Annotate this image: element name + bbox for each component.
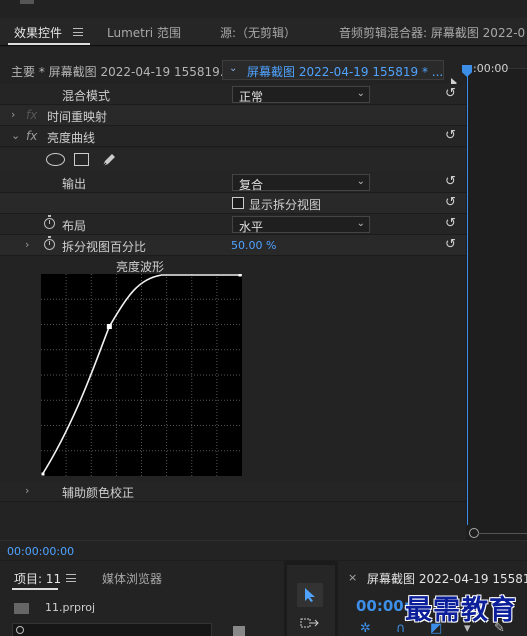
curve-control-point[interactable] (41, 472, 45, 476)
secondary-color-label: 辅助颜色校正 (62, 486, 135, 500)
stopwatch-icon[interactable] (44, 236, 55, 250)
output-value: 复合 (239, 178, 264, 192)
split-percent-label: 拆分视图百分比 (62, 240, 147, 254)
close-icon[interactable]: × (348, 571, 357, 584)
property-time-remapping[interactable]: › fx 时间重映射 (0, 105, 466, 126)
sequence-timecode[interactable]: 00:00: (356, 597, 410, 615)
curve-control-point[interactable] (106, 324, 112, 330)
effect-properties-pane: 主要 * 屏幕截图 2022-04-19 155819... ⌄ 屏幕截图 20… (0, 47, 466, 560)
snap-icon[interactable]: ✲ (360, 621, 374, 636)
panel-grip-icon[interactable] (20, 0, 34, 4)
project-file-name[interactable]: 11.prproj (45, 601, 95, 614)
ruler-timecode: :00:00 (473, 62, 509, 75)
reset-icon[interactable]: ↺ (445, 129, 459, 143)
project-file-icon (14, 603, 29, 614)
tab-audio-clip-mixer[interactable]: 音频剪辑混合器: 屏幕截图 2022-0 (339, 24, 525, 41)
active-tab-indicator (8, 43, 90, 45)
split-percent-value[interactable]: 50.00 % (231, 239, 276, 252)
blend-mode-dropdown[interactable]: 正常 ⌄ (232, 86, 370, 104)
show-split-view-checkbox[interactable] (232, 197, 244, 209)
mask-tools-row (0, 148, 466, 172)
property-blend-mode: 混合模式 正常 ⌄ ↺ (0, 84, 466, 105)
search-icon (16, 626, 24, 634)
current-timecode[interactable]: 00:00:00:00 (7, 545, 74, 558)
layout-value: 水平 (239, 220, 264, 234)
layout-label: 布局 (62, 219, 87, 233)
pen-mask-icon[interactable] (100, 151, 118, 169)
active-tab-indicator (12, 588, 58, 590)
effect-luma-curve[interactable]: ⌄ fx 亮度曲线 ↺ (0, 126, 466, 147)
luma-waveform-title: 亮度波形 (116, 260, 165, 274)
expand-caret-icon[interactable]: › (25, 238, 29, 251)
layout-dropdown[interactable]: 水平 ⌄ (232, 216, 370, 234)
luma-curve-label: 亮度曲线 (47, 131, 96, 145)
collapse-caret-icon[interactable]: ⌄ (11, 129, 20, 142)
clip-selector-label: 屏幕截图 2022-04-19 155819 * ... (247, 65, 444, 79)
tools-panel (287, 565, 335, 636)
chevron-down-icon: ⌄ (356, 88, 365, 99)
chevron-down-icon: ⌄ (356, 176, 365, 187)
tab-effect-controls[interactable]: 效果控件 (14, 24, 62, 41)
reset-icon[interactable]: ↺ (445, 196, 459, 210)
sequence-tab[interactable]: 屏幕截图 2022-04-19 155819 (367, 570, 527, 587)
tab-media-browser[interactable]: 媒体浏览器 (102, 570, 162, 587)
blend-mode-value: 正常 (239, 90, 264, 104)
master-clip-label[interactable]: 主要 * 屏幕截图 2022-04-19 155819... (11, 63, 231, 80)
effect-timeline-pane: :00:00 (462, 47, 527, 560)
reset-icon[interactable]: ↺ (445, 87, 459, 101)
reset-icon[interactable]: ↺ (445, 175, 459, 189)
reset-icon[interactable]: ↺ (445, 217, 459, 231)
ellipse-mask-icon[interactable] (46, 153, 65, 166)
stopwatch-icon[interactable] (44, 215, 55, 229)
project-panel: 项目: 11 媒体浏览器 11.prproj (0, 561, 284, 636)
tab-lumetri-scopes[interactable]: Lumetri 范围 (107, 24, 181, 41)
current-time-bar: 00:00:00:00 (0, 540, 527, 560)
property-show-split-view: 显示拆分视图 ↺ (0, 193, 466, 214)
property-split-view-percent: › 拆分视图百分比 50.00 % ↺ (0, 235, 466, 256)
tab-project[interactable]: 项目: 11 (14, 570, 61, 587)
show-split-view-label: 显示拆分视图 (249, 198, 322, 212)
fx-icon: fx (26, 108, 38, 122)
expand-caret-icon[interactable]: › (11, 108, 15, 121)
output-label: 输出 (62, 177, 87, 191)
fx-toggle-icon[interactable]: fx (26, 129, 37, 143)
watermark-logo: 最需教育 (405, 595, 517, 626)
selection-arrow-icon (305, 588, 315, 602)
selection-tool-button[interactable] (297, 583, 323, 607)
chevron-down-icon: ⌄ (356, 218, 365, 229)
blend-mode-label: 混合模式 (62, 89, 111, 103)
playhead-line (467, 71, 468, 525)
panel-menu-icon[interactable] (73, 28, 83, 36)
time-ruler[interactable]: :00:00 (466, 47, 527, 75)
rectangle-mask-icon[interactable] (74, 153, 89, 166)
property-output: 输出 复合 ⌄ ↺ (0, 172, 466, 193)
source-clip-row: 主要 * 屏幕截图 2022-04-19 155819... ⌄ 屏幕截图 20… (0, 60, 466, 88)
panel-tab-bar: 效果控件 Lumetri 范围 源:（无剪辑） 音频剪辑混合器: 屏幕截图 20… (0, 18, 527, 46)
zoom-scroll-track[interactable] (478, 533, 527, 534)
property-secondary-color-correction[interactable]: › 辅助颜色校正 (0, 481, 466, 502)
time-remap-label: 时间重映射 (47, 110, 108, 124)
track-select-tool-icon[interactable] (300, 615, 320, 631)
effect-controls-panel: 主要 * 屏幕截图 2022-04-19 155819... ⌄ 屏幕截图 20… (0, 47, 527, 560)
luma-curve-graph[interactable] (41, 273, 242, 476)
tab-source[interactable]: 源:（无剪辑） (220, 24, 296, 41)
output-dropdown[interactable]: 复合 ⌄ (232, 174, 370, 192)
panel-menu-icon[interactable] (66, 574, 76, 582)
curve-control-point[interactable] (238, 273, 242, 277)
window-top-strip (0, 0, 527, 18)
luma-curve-canvas[interactable] (41, 273, 242, 476)
reset-icon[interactable]: ↺ (445, 238, 459, 252)
property-layout: 布局 水平 ⌄ ↺ (0, 214, 466, 235)
expand-caret-icon[interactable]: › (25, 484, 29, 497)
chevron-down-icon: ⌄ (229, 63, 238, 74)
new-bin-icon[interactable] (233, 626, 245, 636)
clip-selector[interactable]: ⌄ 屏幕截图 2022-04-19 155819 * ... (222, 60, 444, 80)
project-search-input[interactable] (12, 623, 212, 636)
